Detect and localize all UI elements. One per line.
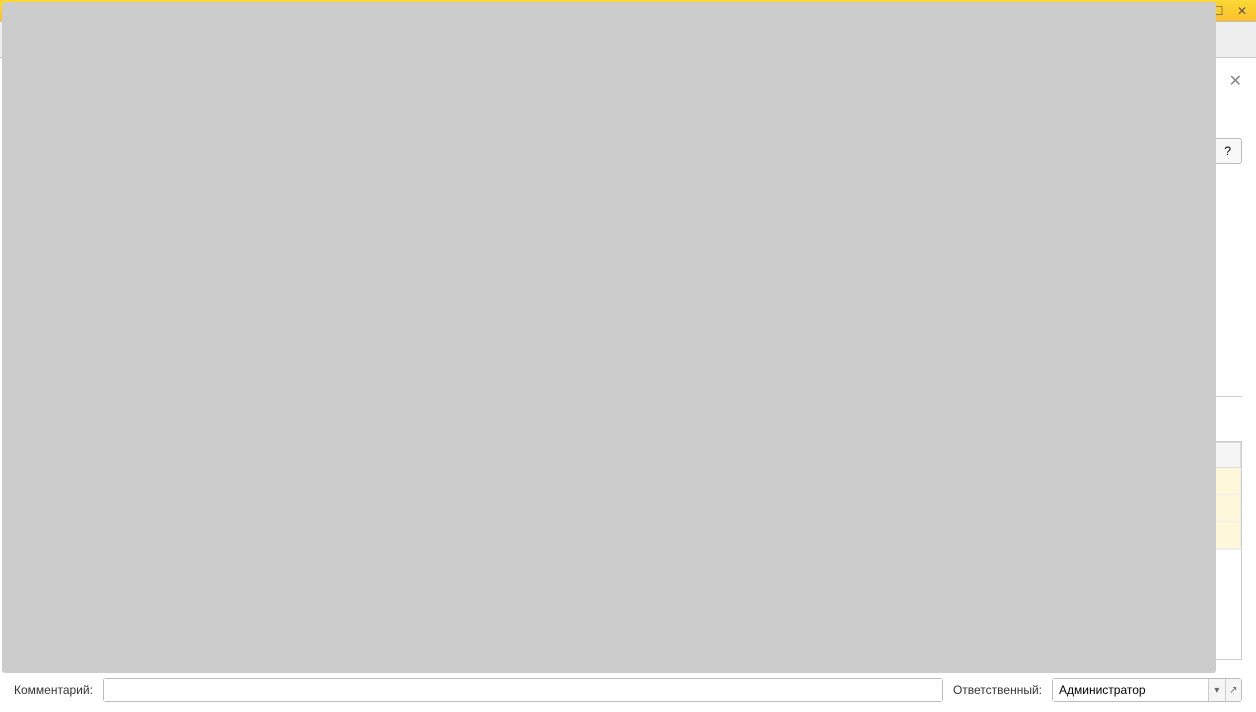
comment-label: Комментарий: (14, 683, 93, 697)
responsible-dropdown[interactable]: ▾ (1208, 679, 1224, 701)
responsible-open[interactable]: ↗ (1225, 679, 1241, 701)
comment-input[interactable] (104, 679, 942, 701)
close-window-button[interactable]: ✕ (1232, 3, 1252, 19)
responsible-input[interactable] (1053, 679, 1208, 701)
close-icon[interactable]: ✕ (1229, 71, 1242, 91)
help-button[interactable]: ? (1213, 138, 1242, 164)
responsible-label: Ответственный: (953, 683, 1042, 697)
income-grid[interactable]: N Номенклатура Счет учета Остаток Измени… (14, 441, 1242, 660)
